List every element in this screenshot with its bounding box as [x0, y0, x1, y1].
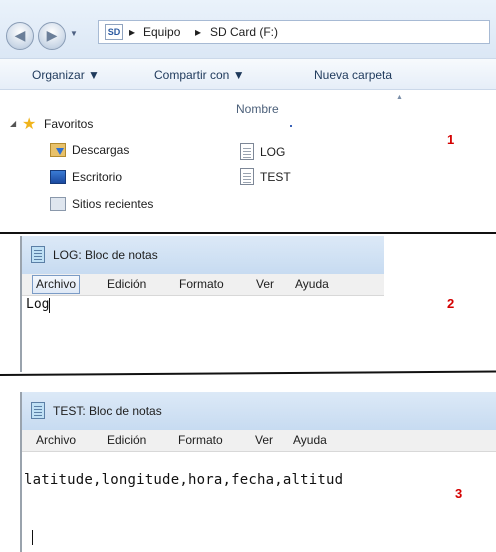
titlebar: LOG: Bloc de notas — [22, 236, 384, 274]
address-box[interactable]: SD ▸ Equipo ▸ SD Card (F:) — [98, 20, 490, 44]
notepad-log-window: LOG: Bloc de notas Archivo Edición Forma… — [0, 236, 496, 372]
menu-archivo[interactable]: Archivo — [36, 433, 76, 447]
step-marker-3: 3 — [455, 486, 463, 501]
notepad-test-window: TEST: Bloc de notas Archivo Edición Form… — [0, 392, 496, 552]
back-button[interactable]: ◀ — [6, 22, 34, 50]
new-folder-button[interactable]: Nueva carpeta — [314, 68, 392, 82]
sort-indicator-icon: ▲ — [396, 94, 403, 101]
share-with-button[interactable]: Compartir con ▼ — [154, 68, 245, 82]
text-editor[interactable]: latitude,longitude,hora,fecha,altitud — [22, 452, 496, 552]
notepad-icon — [31, 246, 45, 263]
window-left-edge — [20, 392, 22, 552]
notepad-icon — [31, 402, 45, 419]
text-editor[interactable]: Log — [22, 296, 384, 372]
favorites-label: Favoritos — [44, 117, 94, 131]
breadcrumb-separator[interactable]: ▸ — [195, 25, 201, 39]
menu-formato[interactable]: Formato — [178, 433, 223, 447]
file-name: LOG — [260, 145, 286, 159]
column-focus-dot — [290, 125, 292, 127]
downloads-folder-icon — [50, 143, 66, 157]
recent-pages-dropdown-icon[interactable]: ▼ — [70, 29, 78, 38]
menu-ayuda[interactable]: Ayuda — [295, 277, 329, 291]
text-document-icon — [240, 168, 254, 185]
file-list: Nombre ▲ LOG TEST 1 — [232, 91, 496, 232]
menu-formato[interactable]: Formato — [179, 277, 224, 291]
column-header-nombre[interactable]: Nombre — [236, 102, 279, 116]
star-icon: ★ — [22, 116, 37, 133]
text-caret — [32, 530, 33, 545]
menu-edicion[interactable]: Edición — [107, 433, 146, 447]
menu-bar: Archivo Edición Formato Ver Ayuda — [22, 274, 384, 296]
organize-button[interactable]: Organizar ▼ — [32, 68, 100, 82]
navigation-pane: ◢ ★ Favoritos Descargas Escritorio Sitio… — [0, 91, 232, 232]
forward-button[interactable]: ▶ — [38, 22, 66, 50]
menu-ver[interactable]: Ver — [256, 277, 274, 291]
text-document-icon — [240, 143, 254, 160]
menu-ayuda[interactable]: Ayuda — [293, 433, 327, 447]
menu-edicion[interactable]: Edición — [107, 277, 146, 291]
sidebar-item-label: Escritorio — [72, 170, 123, 184]
command-bar: Organizar ▼ Compartir con ▼ Nueva carpet… — [0, 58, 496, 90]
desktop-icon — [50, 170, 66, 184]
menu-ver[interactable]: Ver — [255, 433, 273, 447]
text-caret — [49, 298, 50, 313]
menu-archivo[interactable]: Archivo — [32, 275, 81, 294]
titlebar: TEST: Bloc de notas — [22, 392, 496, 430]
breadcrumb-sd-card[interactable]: SD Card (F:) — [210, 25, 278, 39]
window-title: LOG: Bloc de notas — [53, 248, 158, 262]
sidebar-item-label: Sitios recientes — [72, 197, 154, 211]
menu-bar: Archivo Edición Formato Ver Ayuda — [22, 430, 496, 452]
collapse-triangle-icon[interactable]: ◢ — [10, 119, 16, 128]
recent-places-icon — [50, 197, 66, 211]
editor-text: Log — [26, 297, 50, 312]
breadcrumb-separator[interactable]: ▸ — [129, 25, 135, 39]
file-name: TEST — [260, 170, 291, 184]
back-arrow-icon: ◀ — [14, 27, 26, 43]
breadcrumb-equipo[interactable]: Equipo — [143, 25, 180, 39]
address-bar-area: ◀ ▶ ▼ SD ▸ Equipo ▸ SD Card (F:) — [0, 0, 496, 58]
editor-text: latitude,longitude,hora,fecha,altitud — [24, 472, 344, 488]
window-left-edge — [20, 236, 22, 372]
window-title: TEST: Bloc de notas — [53, 404, 162, 418]
forward-arrow-icon: ▶ — [46, 27, 58, 43]
step-marker-1: 1 — [447, 132, 455, 147]
sd-card-icon: SD — [105, 24, 123, 40]
sidebar-item-label: Descargas — [72, 143, 130, 157]
panel-divider — [0, 232, 496, 234]
explorer-window: ◀ ▶ ▼ SD ▸ Equipo ▸ SD Card (F:) Organiz… — [0, 0, 496, 232]
step-marker-2: 2 — [447, 296, 455, 311]
